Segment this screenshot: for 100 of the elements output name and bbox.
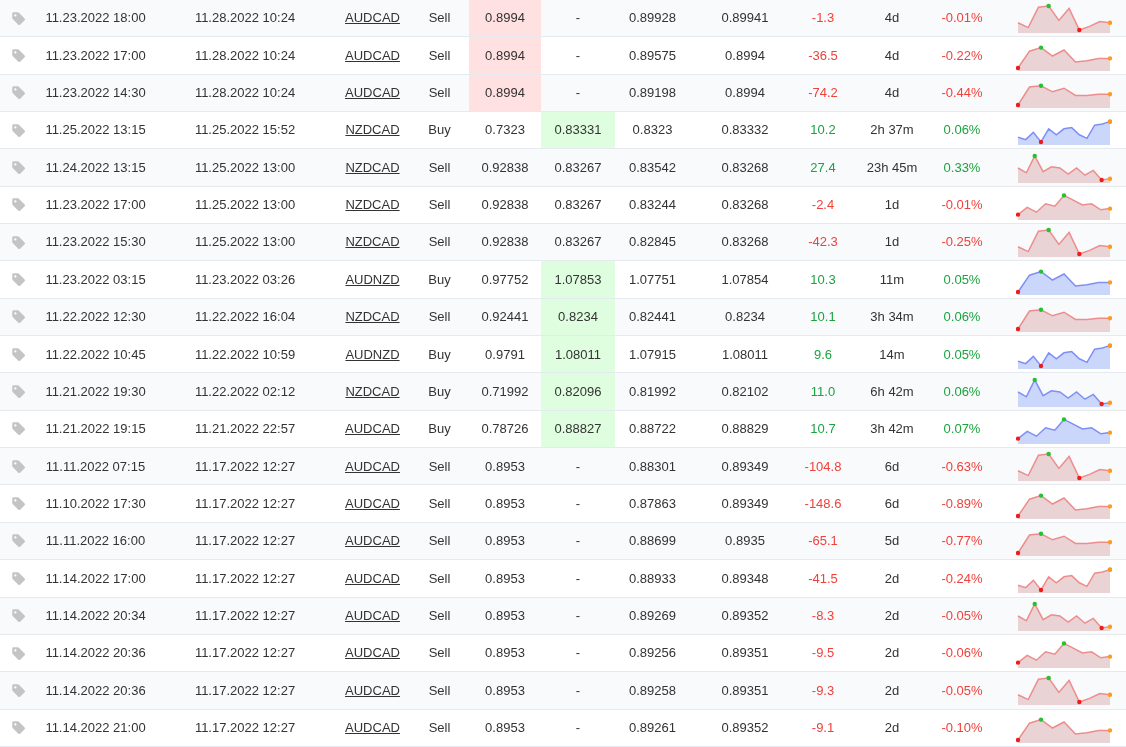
tag-icon[interactable] bbox=[10, 272, 26, 288]
symbol-link[interactable]: AUDCAD bbox=[345, 643, 400, 663]
symbol-link[interactable]: AUDCAD bbox=[345, 493, 400, 514]
symbol-link[interactable]: AUDCAD bbox=[345, 45, 400, 66]
percent-change: -0.89% bbox=[941, 494, 983, 513]
pips-value: -9.3 bbox=[811, 681, 835, 700]
close-time: 11.25.2022 15:52 bbox=[194, 121, 296, 140]
trade-type: Sell bbox=[428, 532, 451, 551]
open-time: 11.25.2022 13:15 bbox=[45, 121, 146, 140]
percent-change: 0.05% bbox=[943, 270, 981, 289]
pips-value: 9.6 bbox=[813, 345, 833, 364]
pips-value: -148.6 bbox=[804, 494, 842, 513]
close-price: 0.82102 bbox=[721, 382, 769, 401]
open-price: 0.89198 bbox=[629, 84, 676, 103]
symbol-link[interactable]: AUDCAD bbox=[345, 83, 400, 103]
take-profit-cell: 0.82096 bbox=[541, 373, 615, 410]
symbol-link[interactable]: NZDCAD bbox=[345, 157, 400, 178]
pips-value: -9.1 bbox=[811, 718, 835, 737]
duration: 6h 42m bbox=[870, 382, 914, 401]
symbol-link[interactable]: AUDCAD bbox=[345, 456, 400, 477]
stop-loss-cell-text: 0.9791 bbox=[484, 345, 526, 364]
symbol-link[interactable]: NZDCAD bbox=[345, 381, 400, 402]
take-profit-cell-text: - bbox=[574, 718, 582, 737]
trade-type: Sell bbox=[428, 84, 451, 103]
symbol-link[interactable]: AUDCAD bbox=[345, 8, 400, 28]
tag-icon[interactable] bbox=[10, 682, 26, 698]
symbol-link[interactable]: AUDCAD bbox=[345, 531, 400, 551]
duration: 1d bbox=[884, 233, 900, 252]
symbol-link[interactable]: AUDCAD bbox=[345, 605, 400, 626]
take-profit-cell: 0.88827 bbox=[541, 410, 615, 448]
percent-change: -0.01% bbox=[941, 9, 983, 28]
close-time: 11.22.2022 10:59 bbox=[194, 345, 296, 364]
symbol-link[interactable]: AUDNZD bbox=[345, 269, 400, 290]
tag-icon[interactable] bbox=[10, 122, 26, 138]
trade-type: Sell bbox=[428, 46, 451, 65]
symbol-link[interactable]: NZDCAD bbox=[345, 120, 400, 140]
close-price: 0.89351 bbox=[721, 681, 769, 700]
take-profit-cell: 1.07853 bbox=[541, 261, 615, 298]
tag-icon[interactable] bbox=[10, 608, 26, 624]
trade-type: Sell bbox=[428, 308, 451, 327]
symbol-link[interactable]: AUDCAD bbox=[345, 717, 400, 738]
take-profit-cell-text: 0.83267 bbox=[553, 196, 603, 215]
tag-icon[interactable] bbox=[10, 533, 26, 549]
close-price: 0.8935 bbox=[725, 532, 765, 551]
take-profit-cell: 1.08011 bbox=[541, 336, 615, 373]
open-time: 11.14.2022 20:36 bbox=[45, 681, 146, 700]
symbol-link[interactable]: NZDCAD bbox=[345, 195, 400, 215]
tag-icon[interactable] bbox=[10, 309, 26, 325]
open-price: 0.83542 bbox=[629, 158, 676, 177]
tag-icon[interactable] bbox=[10, 160, 26, 176]
trade-type: Sell bbox=[428, 644, 451, 663]
symbol-link[interactable]: AUDNZD bbox=[345, 344, 400, 364]
tag-icon[interactable] bbox=[10, 197, 26, 213]
duration: 2h 37m bbox=[870, 121, 914, 140]
symbol-link[interactable]: NZDCAD bbox=[345, 232, 400, 252]
tag-icon[interactable] bbox=[10, 234, 26, 250]
symbol-link[interactable]: NZDCAD bbox=[345, 307, 400, 327]
stop-loss-cell-text: 0.8953 bbox=[484, 681, 526, 700]
close-time: 11.21.2022 22:57 bbox=[194, 420, 296, 439]
open-time: 11.11.2022 16:00 bbox=[45, 532, 146, 551]
tag-icon[interactable] bbox=[10, 645, 26, 661]
tag-icon[interactable] bbox=[10, 384, 26, 400]
tag-icon[interactable] bbox=[10, 85, 26, 101]
close-price: 0.89352 bbox=[721, 606, 769, 625]
open-price: 1.07915 bbox=[629, 345, 676, 364]
tag-icon[interactable] bbox=[10, 570, 26, 586]
open-price: 0.82845 bbox=[629, 233, 676, 252]
take-profit-cell-text: - bbox=[574, 9, 582, 28]
percent-change: 0.07% bbox=[943, 420, 981, 439]
close-price: 0.89348 bbox=[721, 569, 769, 588]
duration: 2d bbox=[884, 681, 900, 700]
tag-icon[interactable] bbox=[10, 421, 26, 437]
open-time: 11.21.2022 19:15 bbox=[45, 420, 146, 439]
duration: 6d bbox=[884, 457, 900, 476]
duration: 3h 34m bbox=[870, 308, 914, 327]
tag-icon[interactable] bbox=[10, 496, 26, 512]
stop-loss-cell-text: 0.71992 bbox=[480, 382, 530, 401]
close-time: 11.17.2022 12:27 bbox=[194, 644, 296, 663]
take-profit-cell-text: - bbox=[574, 606, 582, 625]
symbol-link[interactable]: AUDCAD bbox=[345, 568, 400, 589]
symbol-link[interactable]: AUDCAD bbox=[345, 419, 400, 439]
symbol-link[interactable]: AUDCAD bbox=[345, 680, 400, 701]
tag-icon[interactable] bbox=[10, 720, 26, 736]
tag-icon[interactable] bbox=[10, 10, 26, 26]
open-time: 11.14.2022 20:34 bbox=[45, 606, 146, 625]
percent-change: -0.44% bbox=[941, 84, 983, 103]
close-price: 1.07854 bbox=[721, 270, 769, 289]
tag-icon[interactable] bbox=[10, 346, 26, 362]
open-price: 0.88933 bbox=[629, 569, 676, 588]
tag-icon[interactable] bbox=[10, 458, 26, 474]
open-time: 11.23.2022 03:15 bbox=[45, 270, 146, 289]
open-time: 11.14.2022 21:00 bbox=[45, 718, 146, 737]
stop-loss-cell-text: 0.8953 bbox=[484, 532, 526, 551]
open-time: 11.22.2022 12:30 bbox=[45, 308, 146, 327]
trade-type: Buy bbox=[428, 345, 451, 364]
open-time: 11.23.2022 17:00 bbox=[45, 196, 146, 215]
take-profit-cell-text: - bbox=[574, 644, 582, 663]
tag-icon[interactable] bbox=[10, 48, 26, 63]
stop-loss-cell-text: 0.8953 bbox=[484, 718, 526, 737]
take-profit-cell-text: - bbox=[574, 84, 582, 103]
